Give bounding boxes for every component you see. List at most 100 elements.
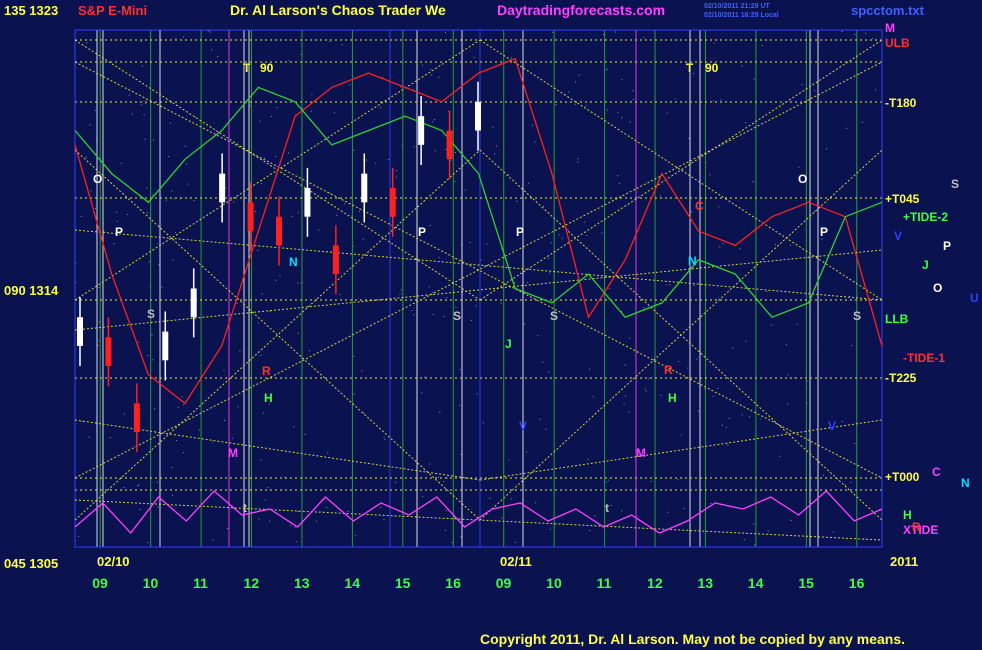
hour-tick-label: 14 bbox=[748, 575, 764, 591]
star-dot bbox=[182, 452, 184, 454]
star-dot bbox=[365, 159, 367, 161]
star-dot bbox=[211, 49, 213, 51]
hour-tick-label: 09 bbox=[92, 575, 108, 591]
hour-tick-label: 11 bbox=[597, 575, 612, 591]
star-dot bbox=[432, 314, 434, 316]
star-dot bbox=[790, 244, 791, 246]
star-dot bbox=[759, 418, 761, 420]
star-dot bbox=[438, 257, 440, 259]
star-dot bbox=[116, 220, 118, 222]
star-dot bbox=[558, 234, 560, 236]
star-dot bbox=[141, 40, 142, 42]
star-dot bbox=[257, 322, 259, 324]
star-dot bbox=[413, 146, 415, 148]
far-right-letter: N bbox=[961, 476, 970, 490]
star-dot bbox=[720, 99, 722, 101]
star-dot bbox=[169, 122, 171, 124]
right-level-label: -TIDE-1 bbox=[903, 351, 945, 365]
star-dot bbox=[539, 418, 541, 420]
star-dot bbox=[288, 152, 290, 154]
star-dot bbox=[329, 41, 331, 43]
star-dot bbox=[255, 211, 257, 212]
star-dot bbox=[645, 390, 647, 392]
star-dot bbox=[300, 282, 302, 284]
star-dot bbox=[790, 520, 792, 522]
right-level-label: -T180 bbox=[885, 96, 917, 110]
star-dot bbox=[353, 393, 355, 395]
star-dot bbox=[547, 258, 549, 260]
star-dot bbox=[294, 526, 296, 528]
star-dot bbox=[438, 76, 440, 78]
price-bar-body bbox=[332, 245, 339, 275]
star-dot bbox=[623, 403, 625, 405]
star-dot bbox=[787, 374, 789, 376]
star-dot bbox=[147, 542, 149, 544]
star-dot bbox=[291, 215, 293, 217]
star-dot bbox=[753, 523, 755, 525]
planet-marker: O bbox=[93, 172, 102, 186]
star-dot bbox=[841, 31, 843, 32]
star-dot bbox=[187, 418, 189, 420]
star-dot bbox=[526, 451, 527, 453]
planet-marker: N bbox=[688, 254, 697, 268]
star-dot bbox=[304, 433, 306, 435]
star-dot bbox=[354, 535, 356, 537]
star-dot bbox=[363, 412, 365, 414]
price-bar-body bbox=[162, 331, 169, 361]
star-dot bbox=[823, 474, 824, 476]
star-dot bbox=[660, 195, 661, 197]
star-dot bbox=[589, 368, 590, 370]
star-dot bbox=[154, 408, 156, 410]
fan-line bbox=[74, 149, 481, 521]
star-dot bbox=[155, 432, 156, 434]
star-dot bbox=[458, 404, 460, 406]
star-dot bbox=[801, 84, 803, 86]
star-dot bbox=[85, 156, 87, 158]
star-dot bbox=[326, 507, 328, 508]
planet-marker: V bbox=[519, 419, 527, 433]
price-bar-body bbox=[446, 130, 453, 160]
star-dot bbox=[460, 536, 462, 538]
star-dot bbox=[109, 437, 111, 439]
star-dot bbox=[270, 116, 272, 117]
instrument-title: S&P E-Mini bbox=[78, 3, 147, 18]
planet-marker: M bbox=[228, 446, 238, 460]
right-level-label: LLB bbox=[885, 312, 909, 326]
planet-marker: S bbox=[453, 309, 461, 323]
right-level-label: ULB bbox=[885, 36, 910, 50]
star-dot bbox=[677, 479, 679, 481]
star-dot bbox=[550, 242, 552, 244]
star-dot bbox=[217, 55, 219, 57]
star-dot bbox=[854, 34, 856, 35]
star-dot bbox=[225, 187, 227, 189]
planet-marker: t bbox=[243, 501, 247, 515]
star-dot bbox=[279, 275, 281, 277]
star-dot bbox=[585, 105, 587, 107]
planet-marker: M bbox=[636, 446, 646, 460]
far-right-letter: V bbox=[894, 229, 902, 243]
star-dot bbox=[400, 289, 402, 291]
star-dot bbox=[770, 324, 772, 326]
planet-marker: R bbox=[664, 363, 673, 377]
star-dot bbox=[618, 182, 620, 184]
star-dot bbox=[752, 181, 754, 183]
star-dot bbox=[430, 69, 432, 70]
star-dot bbox=[276, 106, 278, 108]
star-dot bbox=[175, 37, 177, 39]
star-dot bbox=[88, 436, 90, 438]
fan-line bbox=[74, 499, 883, 541]
star-dot bbox=[123, 413, 125, 415]
planet-marker: T bbox=[686, 61, 694, 75]
star-dot bbox=[260, 354, 262, 356]
star-dot bbox=[542, 361, 544, 363]
star-dot bbox=[399, 293, 401, 295]
star-dot bbox=[643, 307, 645, 309]
star-dot bbox=[151, 334, 153, 336]
planet-marker: P bbox=[820, 225, 828, 239]
price-bar-body bbox=[247, 202, 254, 232]
star-dot bbox=[713, 100, 714, 102]
planet-marker: H bbox=[264, 391, 273, 405]
star-dot bbox=[753, 78, 755, 80]
star-dot bbox=[264, 157, 266, 159]
far-right-letter: C bbox=[932, 465, 941, 479]
